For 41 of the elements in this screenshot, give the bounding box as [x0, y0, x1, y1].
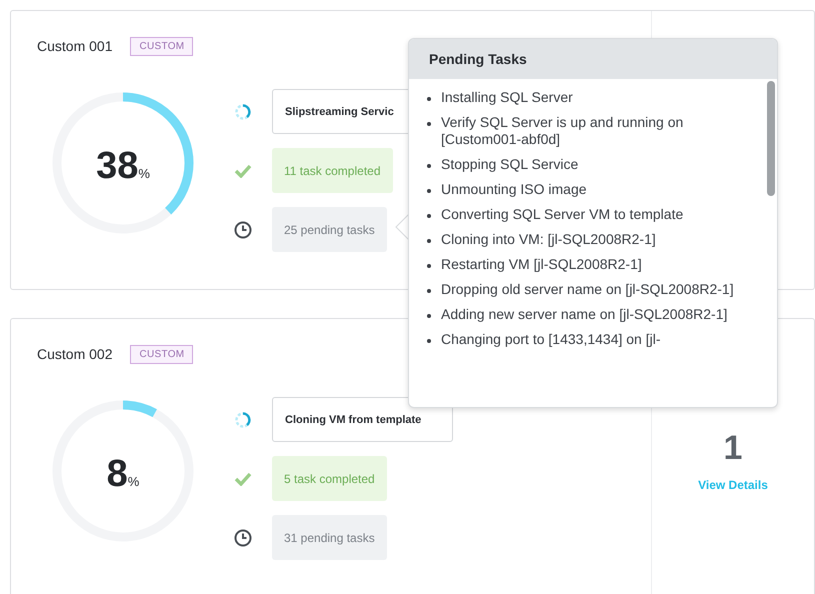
- pending-task-item: Converting SQL Server VM to template: [441, 206, 684, 223]
- bullet-icon: [427, 189, 431, 193]
- popover-title: Pending Tasks: [429, 51, 527, 67]
- current-task: Cloning VM from template: [272, 397, 453, 442]
- checkmark-icon: [234, 472, 252, 486]
- bullet-icon: [427, 264, 431, 268]
- bullet-icon: [427, 164, 431, 168]
- pending-task-item: Dropping old server name on [jl-SQL2008R2-1]: [441, 281, 734, 298]
- bullet-icon: [427, 289, 431, 293]
- pending-task-item: Cloning into VM: [jl-SQL2008R2-1]: [441, 231, 656, 248]
- pending-task-item: Adding new server name on [jl-SQL2008R2-1]: [441, 306, 728, 323]
- pending-task-item: Stopping SQL Service: [441, 156, 578, 173]
- bullet-icon: [427, 97, 431, 101]
- completed-count: 11 task completed: [272, 148, 392, 193]
- card-title: Custom 001: [37, 38, 112, 54]
- clock-icon: [234, 528, 252, 546]
- spinner-icon: [234, 410, 252, 428]
- clock-icon: [234, 220, 252, 238]
- bullet-icon: [427, 339, 431, 343]
- pending-task-item: Restarting VM [jl-SQL2008R2-1]: [441, 256, 642, 273]
- bullet-icon: [427, 122, 431, 126]
- pending-task-item: Changing port to [1433,1434] on [jl-: [441, 331, 660, 348]
- scrollbar-thumb[interactable]: [767, 81, 775, 196]
- pending-task-item: Unmounting ISO image: [441, 181, 587, 198]
- vm-count: 1: [724, 429, 742, 468]
- spinner-icon: [234, 102, 252, 120]
- custom-tag: CUSTOM: [130, 344, 194, 364]
- checkmark-icon: [234, 164, 252, 178]
- custom-tag: CUSTOM: [130, 36, 194, 56]
- pending-tasks-button[interactable]: 25 pending tasks: [272, 207, 387, 252]
- bullet-icon: [427, 214, 431, 218]
- completed-count: 5 task completed: [272, 456, 387, 501]
- percent-sign: %: [128, 474, 140, 488]
- percent-value: 38: [96, 144, 138, 188]
- bullet-icon: [427, 239, 431, 243]
- bullet-icon: [427, 314, 431, 318]
- pending-tasks-button[interactable]: 31 pending tasks: [272, 515, 387, 560]
- percent-sign: %: [138, 166, 150, 180]
- view-details-link[interactable]: View Details: [698, 478, 768, 492]
- percent-value: 8: [106, 452, 128, 496]
- card-title: Custom 002: [37, 346, 112, 362]
